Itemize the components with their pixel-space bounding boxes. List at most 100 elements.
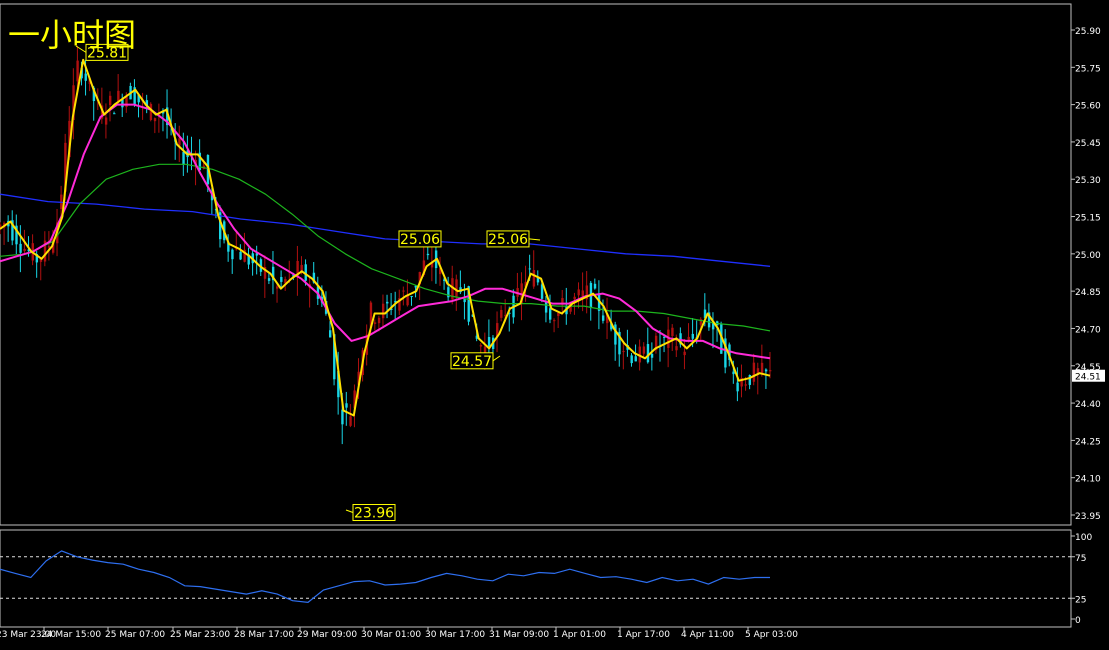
- chart-title: 一小时图: [8, 16, 136, 54]
- candle-body: [614, 324, 617, 345]
- time-tick-label: 1 Apr 01:00: [553, 630, 606, 640]
- candle-body: [402, 290, 405, 292]
- current-price-label: 24.51: [1075, 373, 1101, 383]
- candle-body: [276, 286, 279, 289]
- time-tick-label: 29 Mar 09:00: [297, 630, 357, 640]
- candle-body: [691, 333, 694, 339]
- candle-body: [573, 296, 576, 300]
- candle-body: [117, 90, 120, 102]
- annotation-label: 23.96: [354, 506, 394, 522]
- candle-body: [744, 384, 747, 386]
- candle-body: [764, 369, 768, 372]
- annotation-leader: [528, 238, 541, 241]
- candle-body: [84, 73, 87, 81]
- candle-body: [642, 346, 646, 354]
- candle-body: [280, 277, 283, 282]
- candle-body: [149, 103, 153, 120]
- candle-body: [341, 409, 344, 425]
- annotation-label: 25.06: [400, 232, 440, 248]
- candle-body: [650, 353, 654, 358]
- candle-body: [239, 251, 242, 260]
- candle-body: [671, 327, 674, 336]
- candle-body: [634, 356, 637, 362]
- oscillator-tick-label: 0: [1075, 616, 1081, 626]
- chart-window[interactable]: 25.90 25.75 25.60 25.45 25.30 25.15 25.00 24.85…: [0, 0, 1109, 646]
- time-tick-label: 5 Apr 03:00: [745, 630, 798, 640]
- candle-body: [683, 351, 686, 356]
- candle-body: [381, 303, 385, 319]
- candle-body: [769, 370, 772, 372]
- candle-body: [687, 336, 690, 340]
- candle-body: [178, 138, 181, 146]
- candle-body: [553, 320, 556, 322]
- candle-body: [349, 416, 352, 426]
- price-axis: 25.90 25.75 25.60 25.45 25.30 25.15 25.00 24.85…: [1071, 27, 1105, 522]
- oscillator-line: [0, 550, 770, 604]
- oscillator-panel: 100 75 25 0: [0, 533, 1092, 626]
- ma-fast-line: [0, 58, 771, 417]
- candle-body: [109, 95, 112, 105]
- price-tick-label: 24.70: [1075, 325, 1101, 335]
- time-tick-label: 4 Apr 11:00: [681, 630, 734, 640]
- candle-body: [675, 346, 678, 351]
- candle-body: [267, 278, 271, 281]
- oscillator-tick-label: 100: [1075, 533, 1092, 543]
- candle-body: [663, 336, 666, 338]
- price-tick-label: 24.40: [1075, 400, 1101, 410]
- time-tick-label: 1 Apr 17:00: [617, 630, 670, 640]
- candle-body: [329, 330, 332, 338]
- candle-body: [752, 362, 756, 382]
- ma-mid-line: [0, 103, 771, 360]
- candle-body: [593, 283, 597, 289]
- candle-body: [528, 268, 532, 270]
- time-tick-label: 24 Mar 15:00: [41, 630, 101, 640]
- candle-body: [732, 371, 735, 375]
- time-tick-label: 30 Mar 01:00: [361, 630, 421, 640]
- candle-body: [76, 60, 79, 82]
- candle-body: [544, 301, 548, 313]
- price-tick-label: 24.10: [1075, 475, 1101, 485]
- oscillator-tick-label: 25: [1075, 595, 1086, 605]
- price-tick-label: 24.25: [1075, 437, 1101, 447]
- price-annotations: 25.8125.06 25.0624.5723.96: [75, 43, 541, 522]
- ma-long-line: [0, 193, 771, 267]
- candle-body: [736, 382, 739, 392]
- annotation-leader: [345, 509, 354, 513]
- candle-body: [231, 249, 234, 260]
- candle-body: [630, 355, 633, 364]
- candle-body: [455, 279, 458, 297]
- candle-body: [426, 253, 430, 256]
- time-axis: 23 Mar 23:0024 Mar 15:00 25 Mar 07:00 25 M…: [0, 627, 798, 640]
- candle-body: [577, 289, 580, 296]
- price-tick-label: 24.85: [1075, 288, 1101, 298]
- candle-body: [646, 344, 650, 363]
- price-tick-label: 25.15: [1075, 214, 1101, 224]
- candle-body: [104, 117, 108, 125]
- price-tick-label: 25.00: [1075, 251, 1101, 261]
- moving-averages-layer: [0, 58, 771, 417]
- time-tick-label: 25 Mar 07:00: [105, 630, 165, 640]
- candle-body: [182, 152, 185, 165]
- time-tick-label: 28 Mar 17:00: [234, 630, 294, 640]
- indicator-panel-border: [0, 529, 1072, 628]
- candle-body: [345, 403, 348, 408]
- price-tick-label: 25.75: [1075, 64, 1101, 74]
- annotation-label: 24.57: [452, 354, 492, 370]
- candle-body: [557, 312, 560, 317]
- chart-frame: [0, 3, 1072, 628]
- price-tick-label: 25.60: [1075, 102, 1101, 112]
- chart-canvas[interactable]: 25.90 25.75 25.60 25.45 25.30 25.15 25.00 24.85…: [0, 0, 1109, 646]
- annotation-leader: [492, 355, 501, 362]
- candle-body: [601, 315, 605, 321]
- annotation-label: 25.06: [488, 232, 528, 248]
- candle-body: [19, 243, 22, 253]
- price-tick-label: 25.30: [1075, 176, 1101, 186]
- candle-body: [153, 118, 157, 122]
- candle-body: [581, 290, 584, 297]
- time-tick-label: 30 Mar 17:00: [425, 630, 485, 640]
- candle-body: [386, 301, 389, 304]
- candle-body: [373, 322, 377, 324]
- oscillator-tick-label: 75: [1075, 554, 1086, 564]
- candle-body: [23, 248, 26, 252]
- candle-body: [410, 295, 413, 297]
